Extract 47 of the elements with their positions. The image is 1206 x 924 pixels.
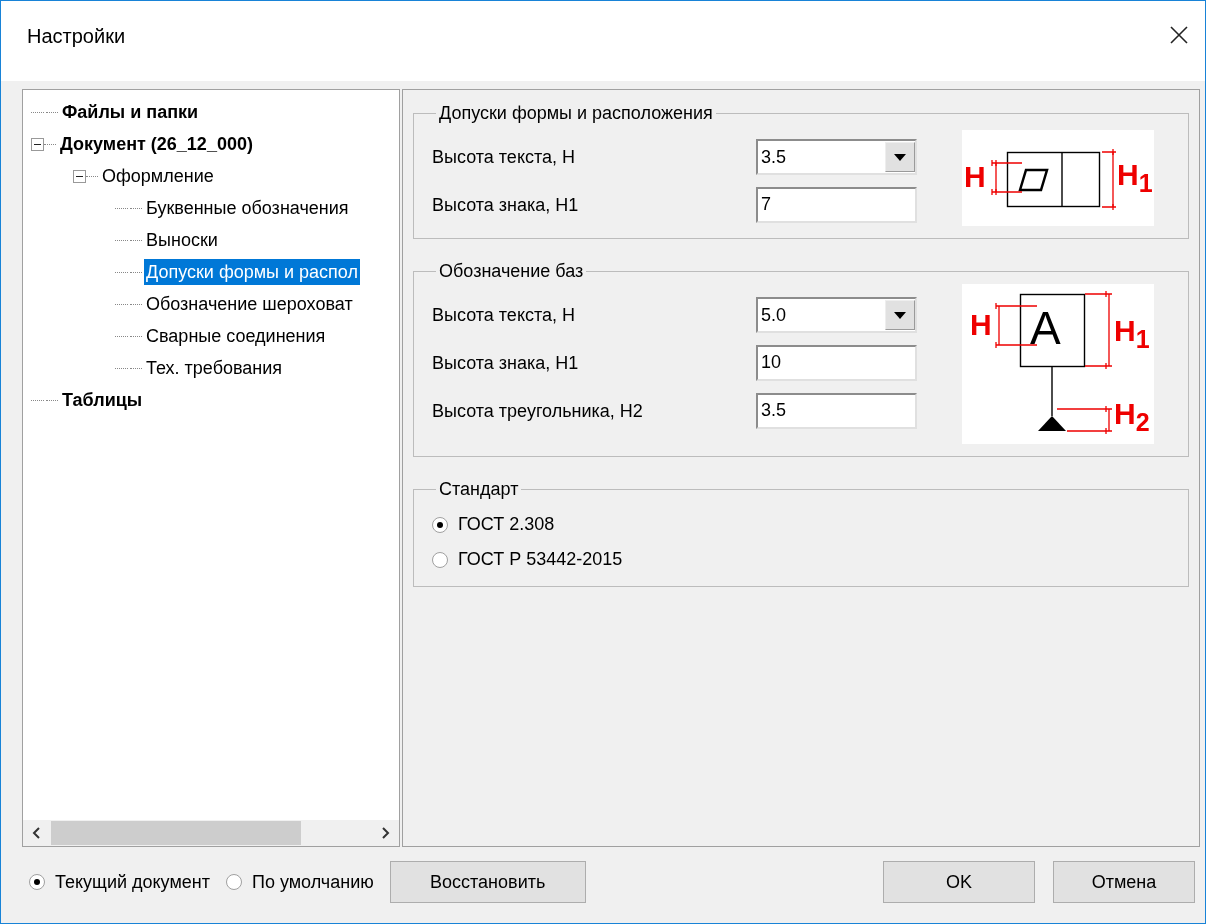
radio-label[interactable]: По умолчанию <box>251 871 374 893</box>
dimension-label: H <box>970 308 992 342</box>
tree-item[interactable]: Таблицы <box>60 387 145 413</box>
cancel-button[interactable]: Отмена <box>1053 861 1195 903</box>
collapse-icon[interactable] <box>73 169 86 183</box>
tree-item[interactable]: Документ (26_12_000) <box>58 131 255 157</box>
dimension-label: H$_{1}$ <box>1117 158 1153 199</box>
scroll-left-icon[interactable] <box>31 826 43 840</box>
dimension-label: H$_{2}$ <box>1114 397 1150 438</box>
field-label: Высота треугольника, H2 <box>432 400 644 422</box>
radio-button[interactable] <box>225 874 242 890</box>
group-title: Стандарт <box>438 479 520 500</box>
horizontal-scrollbar[interactable] <box>23 820 399 846</box>
input-field[interactable]: 3.5 <box>756 393 917 429</box>
tree-item[interactable]: Тех. требования <box>144 355 285 381</box>
radio-label[interactable]: Текущий документ <box>55 871 210 893</box>
ok-button[interactable]: OK <box>883 861 1035 903</box>
datum-letter: A <box>1030 302 1061 354</box>
field-label: Высота текста, H <box>432 146 576 168</box>
field-label: Высота знака, H1 <box>432 194 580 216</box>
group-title: Допуски формы и расположения <box>438 103 714 124</box>
dropdown[interactable]: 3.5 <box>756 139 917 175</box>
tree-item[interactable]: Файлы и папки <box>60 99 201 125</box>
close-icon[interactable] <box>1169 25 1189 45</box>
tree-item[interactable]: Допуски формы и распол <box>144 259 360 285</box>
collapse-icon[interactable] <box>31 137 44 151</box>
dimension-label: H$_{1}$ <box>1114 314 1150 355</box>
window-title: Настройки <box>27 24 127 48</box>
dimension-label: H <box>964 160 986 194</box>
tree-item[interactable]: Выноски <box>144 227 220 253</box>
radio-button[interactable] <box>29 874 45 890</box>
radio-label[interactable]: ГОСТ Р 53442-2015 <box>458 549 623 570</box>
tree-item[interactable]: Буквенные обозначения <box>144 195 351 221</box>
radio-button[interactable] <box>432 551 448 568</box>
tree-item[interactable]: Оформление <box>100 163 216 189</box>
radio-label[interactable]: ГОСТ 2.308 <box>458 514 555 535</box>
tree-item[interactable]: Обозначение шероховат <box>144 291 355 317</box>
input-field[interactable]: 7 <box>756 187 917 223</box>
dropdown[interactable]: 5.0 <box>756 297 917 333</box>
restore-button[interactable]: Восстановить <box>389 861 586 903</box>
field-label: Высота текста, H <box>432 304 576 326</box>
field-label: Высота знака, H1 <box>432 352 580 374</box>
scroll-right-icon[interactable] <box>379 826 391 840</box>
input-field[interactable]: 10 <box>756 345 917 381</box>
group-title: Обозначение баз <box>438 261 585 282</box>
tree-item[interactable]: Сварные соединения <box>144 323 328 349</box>
radio-button[interactable] <box>432 516 448 533</box>
